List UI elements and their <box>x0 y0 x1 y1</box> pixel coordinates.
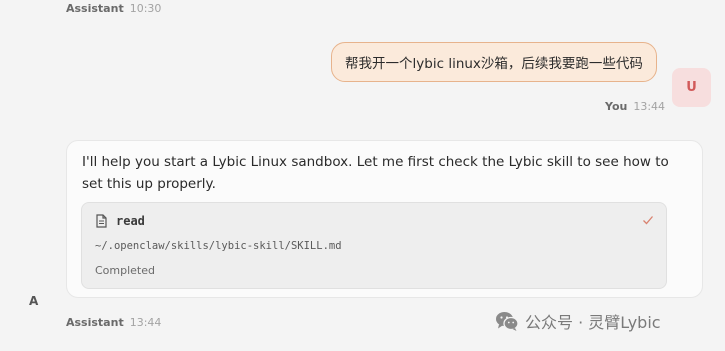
sender-name: Assistant <box>66 2 124 15</box>
user-message-meta: You 13:44 <box>605 95 665 114</box>
sender-name: You <box>605 100 628 113</box>
tool-status: Completed <box>95 264 155 277</box>
tool-call-card[interactable]: read ~/.openclaw/skills/lybic-skill/SKIL… <box>81 202 667 289</box>
watermark: 公众号 · 灵臂Lybic <box>495 309 661 333</box>
user-message-text: 帮我开一个lybic linux沙箱，后续我要跑一些代码 <box>345 56 643 72</box>
document-icon <box>96 214 107 228</box>
check-icon <box>643 216 653 225</box>
tool-call-header: read <box>95 214 145 228</box>
message-time: 10:30 <box>129 2 162 15</box>
wechat-icon <box>496 312 519 331</box>
message-time: 13:44 <box>129 316 162 329</box>
watermark-text: 公众号 · 灵臂Lybic <box>525 313 661 332</box>
user-avatar: U <box>672 68 711 107</box>
assistant-avatar: A <box>29 294 39 308</box>
sender-name: Assistant <box>66 316 124 329</box>
tool-name: read <box>116 214 145 228</box>
assistant-message-meta: Assistant 13:44 <box>66 311 161 330</box>
tool-file-path: ~/.openclaw/skills/lybic-skill/SKILL.md <box>95 240 342 252</box>
top-message-meta: Assistant 10:30 <box>66 0 161 16</box>
user-avatar-letter: U <box>686 80 697 95</box>
message-time: 13:44 <box>633 100 666 113</box>
user-message-bubble: 帮我开一个lybic linux沙箱，后续我要跑一些代码 <box>331 42 657 82</box>
assistant-message-card: I'll help you start a Lybic Linux sandbo… <box>66 140 703 298</box>
assistant-message-text: I'll help you start a Lybic Linux sandbo… <box>82 154 669 192</box>
